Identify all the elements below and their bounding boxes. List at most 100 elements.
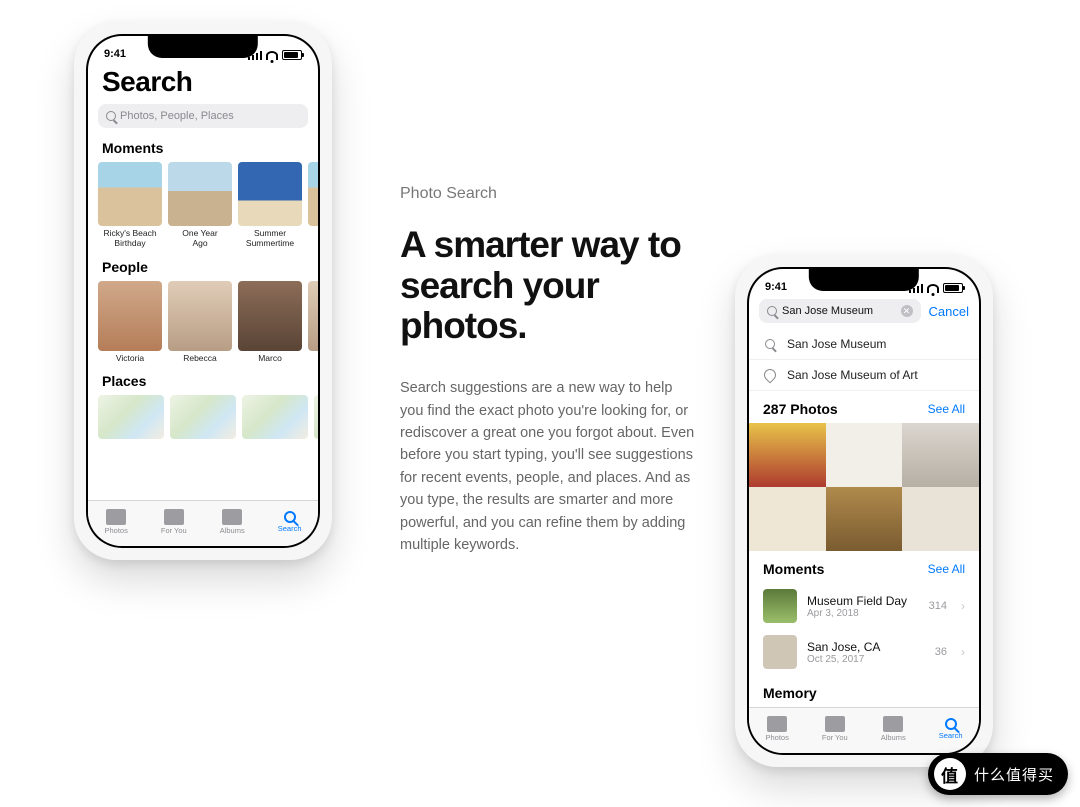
search-suggestion[interactable]: San Jose Museum [749,329,979,360]
moment-title: Museum Field Day [807,594,919,608]
chevron-right-icon: › [961,645,965,659]
section-header-places: Places [88,371,318,395]
photo-thumbnail[interactable] [902,423,979,487]
search-icon [106,111,116,121]
moment-thumbnail [763,635,797,669]
tab-albums[interactable]: Albums [881,716,906,742]
tab-for-you[interactable]: For You [161,509,187,535]
search-icon [284,511,296,523]
moment-thumbnail [308,162,318,226]
person-item[interactable] [308,281,318,364]
photo-thumbnail[interactable] [749,423,826,487]
for-you-icon [164,509,184,525]
phone-mockup-search-results: 9:41 San Jose Museum ✕ Cancel San Jose M… [735,255,993,767]
place-thumbnail [98,395,164,439]
see-all-link[interactable]: See All [928,402,965,416]
status-time: 9:41 [104,48,126,60]
place-item[interactable] [314,395,318,439]
for-you-icon [825,716,845,732]
moment-subtitle: Oct 25, 2017 [807,654,925,665]
tab-bar: Photos For You Albums Search [749,707,979,753]
people-row[interactable]: Victoria Rebecca Marco [88,281,318,372]
moment-item[interactable]: SummerSummertime [238,162,302,249]
person-thumbnail [238,281,302,351]
status-time: 9:41 [765,281,787,293]
chevron-right-icon: › [961,599,965,613]
person-item[interactable]: Victoria [98,281,162,364]
suggestion-label: San Jose Museum [787,337,886,351]
location-pin-icon [763,368,777,382]
moments-row[interactable]: Ricky's BeachBirthday One YearAgo Summer… [88,162,318,257]
watermark-badge: 值 什么值得买 [928,753,1068,795]
person-item[interactable]: Rebecca [168,281,232,364]
photo-thumbnail[interactable] [826,423,903,487]
places-row[interactable] [88,395,318,447]
search-icon [767,306,777,316]
photo-grid[interactable] [749,423,979,551]
albums-icon [222,509,242,525]
place-item[interactable] [98,395,164,439]
photos-icon [767,716,787,732]
suggestion-label: San Jose Museum of Art [787,368,918,382]
page-title: Search [88,62,318,104]
section-header-moments: Moments [88,138,318,162]
iphone-notch [148,36,258,58]
search-input[interactable]: Photos, People, Places [98,104,308,128]
tab-photos[interactable]: Photos [105,509,128,535]
moment-thumbnail [168,162,232,226]
section-header-people: People [88,257,318,281]
search-icon [763,337,777,351]
person-item[interactable]: Marco [238,281,302,364]
moment-count: 36 [935,646,947,658]
place-thumbnail [242,395,308,439]
place-thumbnail [170,395,236,439]
result-count: 287 Photos [763,401,838,417]
place-thumbnail [314,395,318,439]
battery-icon [943,283,963,293]
tab-bar: Photos For You Albums Search [88,500,318,546]
see-all-link[interactable]: See All [928,562,965,576]
photo-thumbnail[interactable] [902,487,979,551]
phone-mockup-search-landing: 9:41 Search Photos, People, Places Momen… [74,22,332,560]
place-item[interactable] [170,395,236,439]
search-input[interactable]: San Jose Museum ✕ [759,299,921,323]
moment-item[interactable] [308,162,318,249]
tab-photos[interactable]: Photos [766,716,789,742]
moment-count: 314 [929,600,947,612]
moment-thumbnail [763,589,797,623]
tab-albums[interactable]: Albums [220,509,245,535]
moment-item[interactable]: One YearAgo [168,162,232,249]
person-thumbnail [308,281,318,351]
tab-search[interactable]: Search [939,718,963,740]
moment-subtitle: Apr 3, 2018 [807,608,919,619]
search-value: San Jose Museum [782,305,873,317]
moment-row[interactable]: Museum Field Day Apr 3, 2018 314 › [749,583,979,629]
battery-icon [282,50,302,60]
photos-icon [106,509,126,525]
search-suggestion[interactable]: San Jose Museum of Art [749,360,979,391]
clear-icon[interactable]: ✕ [901,305,913,317]
person-thumbnail [168,281,232,351]
tab-for-you[interactable]: For You [822,716,848,742]
badge-symbol: 值 [934,758,966,790]
cancel-button[interactable]: Cancel [929,304,969,319]
tab-search[interactable]: Search [278,511,302,533]
moment-thumbnail [238,162,302,226]
marketing-copy: Photo Search A smarter way to search you… [400,185,698,557]
iphone-notch [809,269,919,291]
copy-headline: A smarter way to search your photos. [400,225,698,347]
moment-thumbnail [98,162,162,226]
photo-thumbnail[interactable] [826,487,903,551]
section-header-memory: Memory [763,685,817,701]
photo-thumbnail[interactable] [749,487,826,551]
place-item[interactable] [242,395,308,439]
wifi-icon [266,51,278,60]
person-thumbnail [98,281,162,351]
badge-text: 什么值得买 [974,764,1054,785]
moment-row[interactable]: San Jose, CA Oct 25, 2017 36 › [749,629,979,675]
section-header-moments: Moments [763,561,824,577]
copy-eyebrow: Photo Search [400,185,698,203]
search-placeholder: Photos, People, Places [120,110,234,122]
search-icon [945,718,957,730]
moment-item[interactable]: Ricky's BeachBirthday [98,162,162,249]
